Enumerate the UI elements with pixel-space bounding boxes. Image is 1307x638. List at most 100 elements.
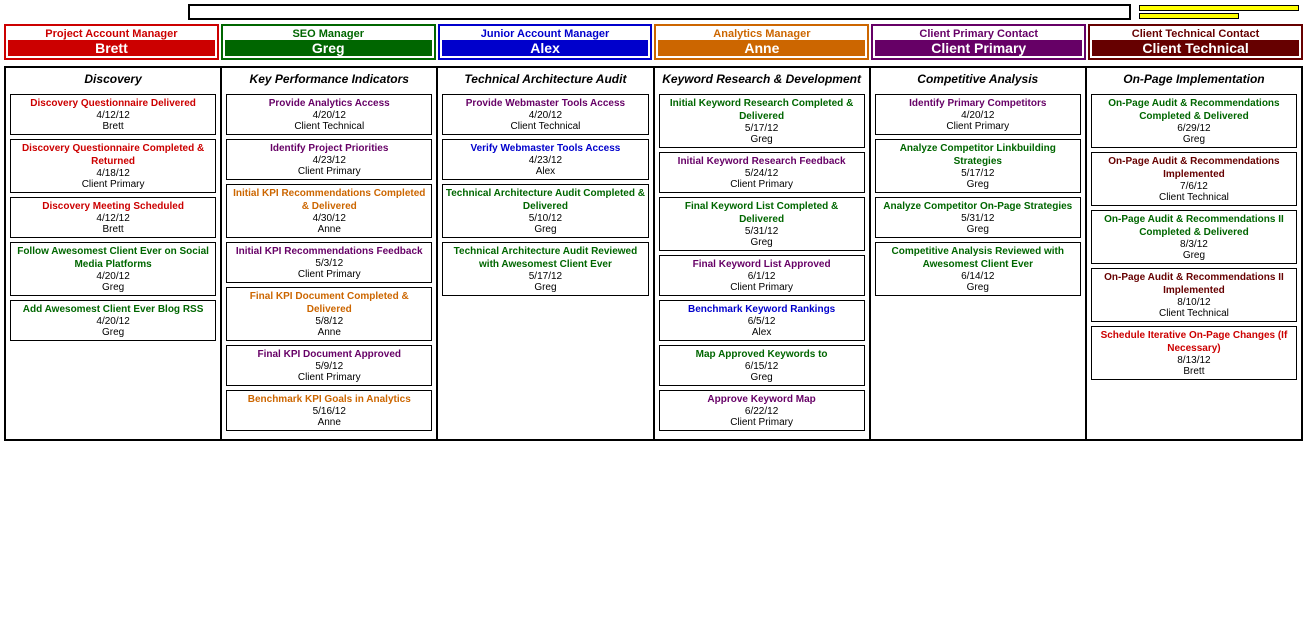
task-date-0-0: 4/12/12 (13, 110, 213, 121)
task-title-1-2: Initial KPI Recommendations Completed & … (229, 187, 429, 213)
task-owner-4-3: Greg (878, 282, 1078, 293)
task-card-5-4: Schedule Iterative On-Page Changes (If N… (1091, 326, 1297, 380)
task-card-2-3: Technical Architecture Audit Reviewed wi… (442, 242, 648, 296)
task-card-4-2: Analyze Competitor On-Page Strategies 5/… (875, 197, 1081, 238)
task-card-2-2: Technical Architecture Audit Completed &… (442, 184, 648, 238)
task-owner-1-6: Anne (229, 417, 429, 428)
role-title-am: Analytics Manager (658, 28, 865, 40)
task-title-1-3: Initial KPI Recommendations Feedback (229, 245, 429, 258)
task-owner-4-2: Greg (878, 224, 1078, 235)
task-owner-5-0: Greg (1094, 134, 1294, 145)
task-card-1-1: Identify Project Priorities 4/23/12 Clie… (226, 139, 432, 180)
task-date-2-2: 5/10/12 (445, 213, 645, 224)
task-date-2-0: 4/20/12 (445, 110, 645, 121)
task-title-4-0: Identify Primary Competitors (878, 97, 1078, 110)
column-5: On-Page Implementation On-Page Audit & R… (1087, 68, 1303, 441)
task-date-2-3: 5/17/12 (445, 271, 645, 282)
column-2: Technical Architecture Audit Provide Web… (438, 68, 654, 441)
columns-grid: Discovery Discovery Questionnaire Delive… (4, 66, 1303, 441)
task-card-2-0: Provide Webmaster Tools Access 4/20/12 C… (442, 94, 648, 135)
task-date-5-2: 8/3/12 (1094, 239, 1294, 250)
task-card-3-2: Final Keyword List Completed & Delivered… (659, 197, 865, 251)
task-date-1-1: 4/23/12 (229, 155, 429, 166)
client-info (1135, 5, 1299, 19)
task-owner-3-0: Greg (662, 134, 862, 145)
role-pam: Project Account Manager Brett (4, 24, 219, 60)
role-title-jam: Junior Account Manager (442, 28, 649, 40)
task-title-3-5: Map Approved Keywords to (662, 348, 862, 361)
task-date-3-5: 6/15/12 (662, 361, 862, 372)
task-title-2-3: Technical Architecture Audit Reviewed wi… (445, 245, 645, 271)
task-date-5-0: 6/29/12 (1094, 123, 1294, 134)
task-card-3-4: Benchmark Keyword Rankings 6/5/12 Alex (659, 300, 865, 341)
task-title-0-0: Discovery Questionnaire Delivered (13, 97, 213, 110)
col-header-3: Keyword Research & Development (659, 72, 865, 88)
task-card-4-0: Identify Primary Competitors 4/20/12 Cli… (875, 94, 1081, 135)
task-card-5-3: On-Page Audit & Recommendations II Imple… (1091, 268, 1297, 322)
task-date-1-4: 5/8/12 (229, 316, 429, 327)
task-card-5-1: On-Page Audit & Recommendations Implemen… (1091, 152, 1297, 206)
role-title-seo: SEO Manager (225, 28, 432, 40)
task-date-1-3: 5/3/12 (229, 258, 429, 269)
task-date-4-1: 5/17/12 (878, 168, 1078, 179)
task-owner-3-3: Client Primary (662, 282, 862, 293)
task-date-1-6: 5/16/12 (229, 406, 429, 417)
task-card-3-5: Map Approved Keywords to 6/15/12 Greg (659, 345, 865, 386)
task-date-3-4: 6/5/12 (662, 316, 862, 327)
client-name (1139, 5, 1299, 11)
task-owner-5-1: Client Technical (1094, 192, 1294, 203)
roles-row: Project Account Manager Brett SEO Manage… (4, 24, 1303, 60)
task-card-0-2: Discovery Meeting Scheduled 4/12/12 Bret… (10, 197, 216, 238)
task-title-5-2: On-Page Audit & Recommendations II Compl… (1094, 213, 1294, 239)
header (4, 4, 1303, 20)
column-0: Discovery Discovery Questionnaire Delive… (6, 68, 222, 441)
task-owner-3-5: Greg (662, 372, 862, 383)
task-date-4-0: 4/20/12 (878, 110, 1078, 121)
task-card-1-2: Initial KPI Recommendations Completed & … (226, 184, 432, 238)
role-name-am: Anne (658, 40, 865, 56)
task-owner-3-4: Alex (662, 327, 862, 338)
task-card-0-1: Discovery Questionnaire Completed & Retu… (10, 139, 216, 193)
task-title-2-1: Verify Webmaster Tools Access (445, 142, 645, 155)
task-owner-4-1: Greg (878, 179, 1078, 190)
title-box (188, 4, 1131, 20)
task-title-1-0: Provide Analytics Access (229, 97, 429, 110)
kickoff-date (1139, 13, 1239, 19)
task-title-0-3: Follow Awesomest Client Ever on Social M… (13, 245, 213, 271)
task-card-0-3: Follow Awesomest Client Ever on Social M… (10, 242, 216, 296)
task-date-2-1: 4/23/12 (445, 155, 645, 166)
task-owner-2-0: Client Technical (445, 121, 645, 132)
task-card-4-1: Analyze Competitor Linkbuilding Strategi… (875, 139, 1081, 193)
role-jam: Junior Account Manager Alex (438, 24, 653, 60)
task-title-1-4: Final KPI Document Completed & Delivered (229, 290, 429, 316)
task-title-5-3: On-Page Audit & Recommendations II Imple… (1094, 271, 1294, 297)
task-owner-1-3: Client Primary (229, 269, 429, 280)
task-date-5-1: 7/6/12 (1094, 181, 1294, 192)
task-title-1-1: Identify Project Priorities (229, 142, 429, 155)
task-card-3-6: Approve Keyword Map 6/22/12 Client Prima… (659, 390, 865, 431)
col-header-0: Discovery (10, 72, 216, 88)
task-title-2-2: Technical Architecture Audit Completed &… (445, 187, 645, 213)
role-name-ctc: Client Technical (1092, 40, 1299, 56)
task-date-1-0: 4/20/12 (229, 110, 429, 121)
task-title-3-0: Initial Keyword Research Completed & Del… (662, 97, 862, 123)
task-owner-2-3: Greg (445, 282, 645, 293)
task-owner-1-1: Client Primary (229, 166, 429, 177)
task-card-4-3: Competitive Analysis Reviewed with Aweso… (875, 242, 1081, 296)
task-date-3-1: 5/24/12 (662, 168, 862, 179)
task-title-5-0: On-Page Audit & Recommendations Complete… (1094, 97, 1294, 123)
task-date-0-4: 4/20/12 (13, 316, 213, 327)
column-3: Keyword Research & Development Initial K… (655, 68, 871, 441)
task-date-5-3: 8/10/12 (1094, 297, 1294, 308)
task-title-1-5: Final KPI Document Approved (229, 348, 429, 361)
role-name-jam: Alex (442, 40, 649, 56)
task-owner-3-6: Client Primary (662, 417, 862, 428)
task-date-3-0: 5/17/12 (662, 123, 862, 134)
task-card-0-4: Add Awesomest Client Ever Blog RSS 4/20/… (10, 300, 216, 341)
task-card-5-2: On-Page Audit & Recommendations II Compl… (1091, 210, 1297, 264)
task-owner-0-0: Brett (13, 121, 213, 132)
task-date-1-5: 5/9/12 (229, 361, 429, 372)
task-date-4-2: 5/31/12 (878, 213, 1078, 224)
task-title-5-4: Schedule Iterative On-Page Changes (If N… (1094, 329, 1294, 355)
role-cpc: Client Primary Contact Client Primary (871, 24, 1086, 60)
